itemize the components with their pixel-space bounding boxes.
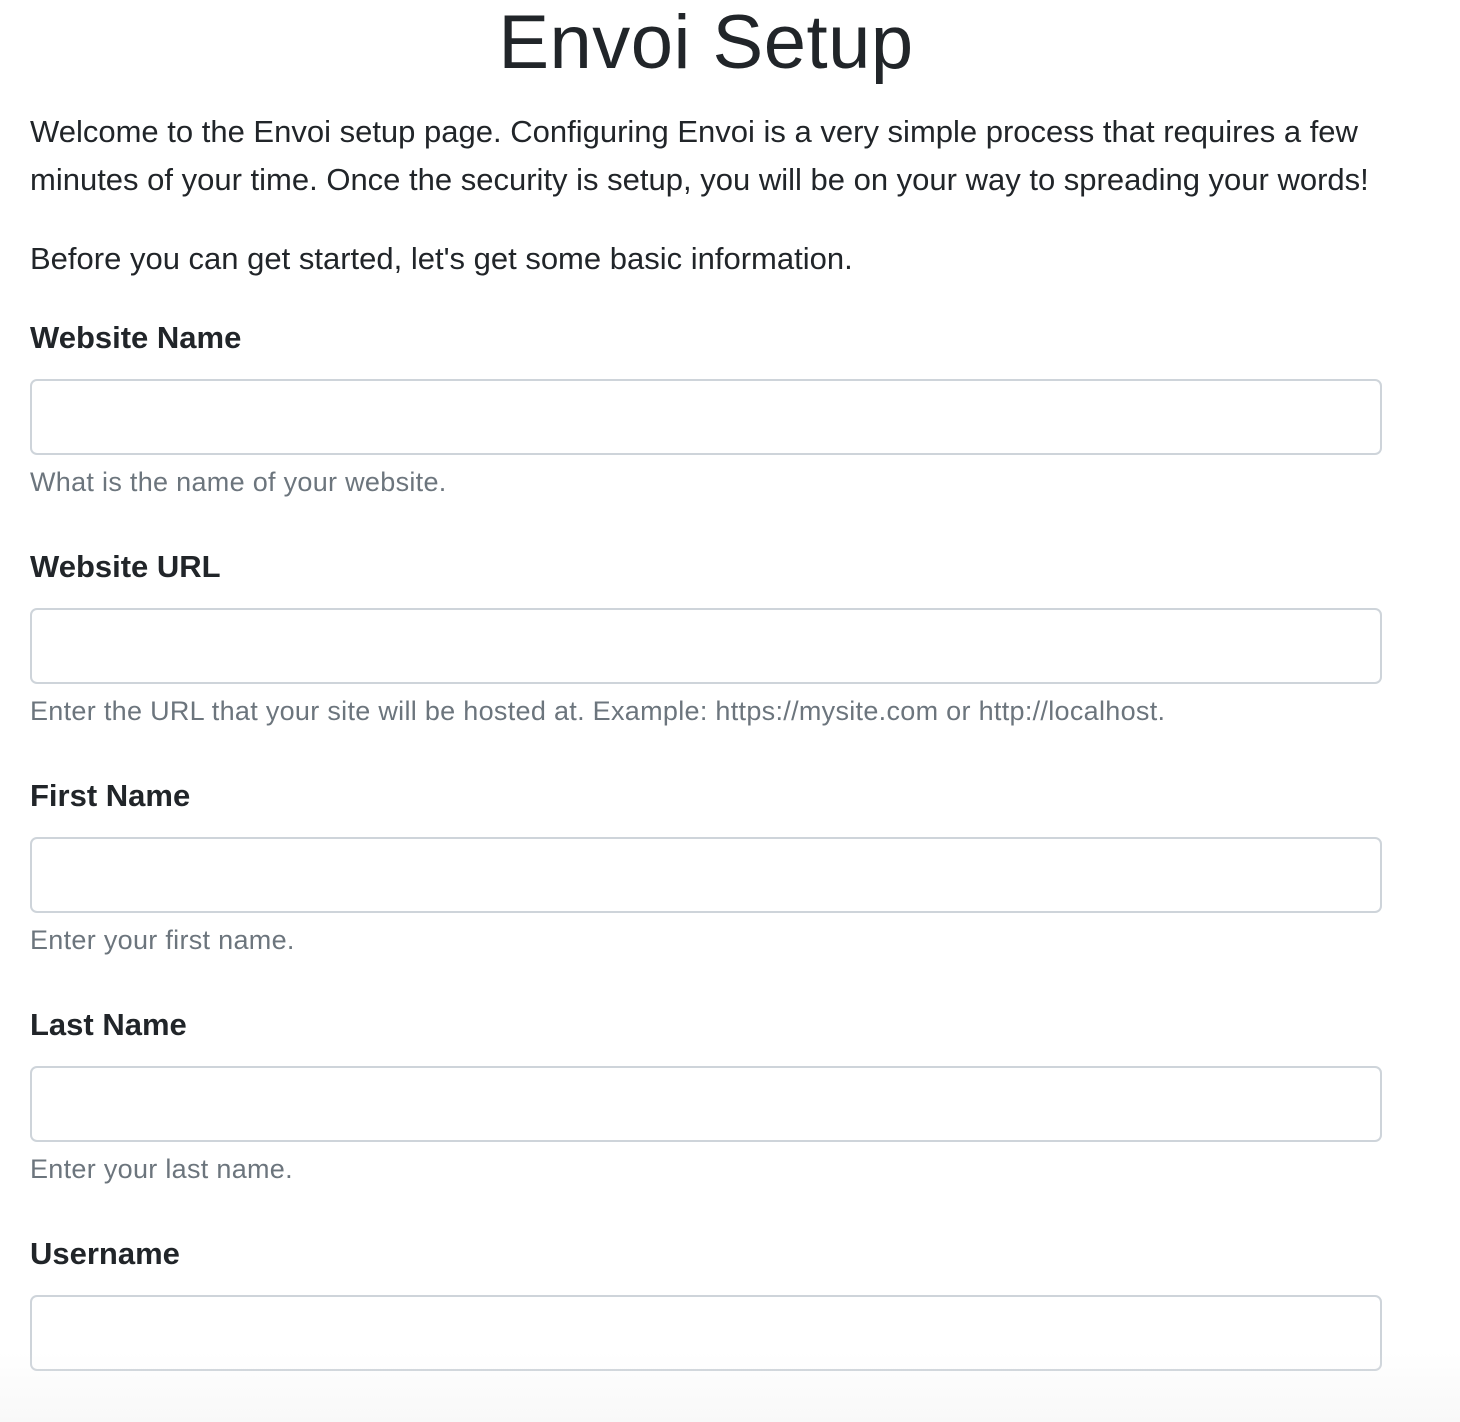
last-name-input[interactable] xyxy=(30,1066,1382,1142)
intro-basic-info-text: Before you can get started, let's get so… xyxy=(30,241,853,276)
last-name-group: Last Name Enter your last name. xyxy=(30,1001,1382,1188)
username-group: Username xyxy=(30,1230,1382,1371)
website-name-help: What is the name of your website. xyxy=(30,467,447,497)
website-url-label: Website URL xyxy=(30,549,221,584)
website-url-group: Website URL Enter the URL that your site… xyxy=(30,543,1382,730)
website-name-label: Website Name xyxy=(30,320,242,355)
username-label: Username xyxy=(30,1236,180,1271)
website-name-input[interactable] xyxy=(30,379,1382,455)
last-name-help: Enter your last name. xyxy=(30,1154,293,1184)
first-name-help: Enter your first name. xyxy=(30,925,295,955)
setup-form: Website Name What is the name of your we… xyxy=(30,314,1382,1371)
page-title: Envoi Setup xyxy=(498,0,914,85)
first-name-input[interactable] xyxy=(30,837,1382,913)
first-name-group: First Name Enter your first name. xyxy=(30,772,1382,959)
website-name-group: Website Name What is the name of your we… xyxy=(30,314,1382,501)
website-url-help: Enter the URL that your site will be hos… xyxy=(30,696,1166,726)
last-name-label: Last Name xyxy=(30,1007,187,1042)
intro-welcome-text: Welcome to the Envoi setup page. Configu… xyxy=(30,114,1369,197)
website-url-input[interactable] xyxy=(30,608,1382,684)
first-name-label: First Name xyxy=(30,778,191,813)
setup-page: Envoi Setup Welcome to the Envoi setup p… xyxy=(30,0,1382,1371)
username-input[interactable] xyxy=(30,1295,1382,1371)
